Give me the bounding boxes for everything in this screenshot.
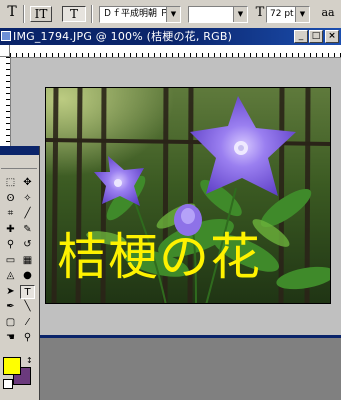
- notes-icon: ▢: [5, 316, 16, 328]
- dropdown-arrow-icon[interactable]: ▼: [295, 7, 309, 22]
- magic-wand-icon: ✧: [23, 192, 32, 204]
- zoom-tool-button[interactable]: ⚲: [20, 331, 35, 345]
- eyedropper-tool-button[interactable]: ⁄: [20, 316, 35, 330]
- anti-alias-icon[interactable]: aa: [318, 6, 338, 22]
- history-brush-icon: ↺: [23, 239, 32, 250]
- brush-tool-button[interactable]: ✎: [20, 223, 35, 237]
- default-colors-icon[interactable]: [3, 379, 13, 389]
- crop-tool-button[interactable]: ⌗: [3, 207, 18, 221]
- options-bar: T IT T Ｄｆ平成明朝 ＰＲ ▼ ▼ T 72 pt ▼ aa: [0, 0, 341, 29]
- healing-tool-button[interactable]: ✚: [3, 223, 18, 237]
- blur-icon: ◬: [6, 270, 15, 281]
- crop-icon: ⌗: [7, 208, 14, 219]
- path-select-icon: ➤: [6, 285, 15, 297]
- document-title: IMG_1794.JPG @ 100% (桔梗の花, RGB): [13, 30, 233, 43]
- hand-icon: ☚: [6, 332, 15, 343]
- gradient-tool-button[interactable]: ▦: [20, 254, 35, 268]
- history-brush-tool-button[interactable]: ↺: [20, 238, 35, 252]
- dodge-tool-button[interactable]: ●: [20, 269, 35, 283]
- vertical-text-button[interactable]: T: [62, 6, 86, 22]
- font-family-select[interactable]: Ｄｆ平成明朝 ＰＲ ▼: [99, 6, 181, 23]
- hand-tool-button[interactable]: ☚: [3, 331, 18, 345]
- workspace-background: [0, 338, 341, 400]
- slice-icon: ╱: [24, 208, 31, 219]
- pen-tool-button[interactable]: ✒: [3, 300, 18, 314]
- font-size-select[interactable]: 72 pt ▼: [266, 6, 310, 23]
- horizontal-text-button[interactable]: IT: [30, 6, 52, 22]
- brush-icon: ✎: [23, 223, 32, 235]
- foreground-color-swatch[interactable]: [3, 357, 21, 375]
- separator: [91, 5, 93, 23]
- font-style-select[interactable]: ▼: [188, 6, 248, 23]
- shape-icon: ╲: [24, 301, 31, 312]
- move-tool-button[interactable]: ✥: [20, 176, 35, 190]
- blur-tool-button[interactable]: ◬: [3, 269, 18, 283]
- notes-tool-button[interactable]: ▢: [3, 316, 18, 330]
- slice-tool-button[interactable]: ╱: [20, 207, 35, 221]
- vertical-text-icon: T: [69, 7, 78, 21]
- eyedropper-icon: ⁄: [26, 316, 29, 328]
- shape-tool-button[interactable]: ╲: [20, 300, 35, 314]
- stamp-icon: ⚲: [6, 239, 15, 250]
- zoom-icon: ⚲: [23, 332, 32, 343]
- document-title-bar[interactable]: IMG_1794.JPG @ 100% (桔梗の花, RGB) _ □ ×: [0, 28, 341, 45]
- minimize-button[interactable]: _: [294, 30, 308, 43]
- toolbox-title-bar[interactable]: [0, 146, 39, 155]
- horizontal-ruler[interactable]: [10, 45, 341, 58]
- pen-icon: ✒: [6, 301, 15, 312]
- gradient-icon: ▦: [22, 254, 33, 266]
- lasso-icon: ʘ: [6, 192, 15, 204]
- eraser-icon: ▭: [5, 254, 16, 266]
- type-tool-preset-icon[interactable]: T: [4, 5, 20, 21]
- maximize-button[interactable]: □: [309, 30, 323, 43]
- separator: [23, 5, 25, 23]
- lasso-tool-button[interactable]: ʘ: [3, 192, 18, 206]
- text-layer[interactable]: 桔梗の花: [57, 225, 261, 289]
- marquee-tool-button[interactable]: ⬚: [3, 176, 18, 190]
- toolbox-header: [1, 156, 37, 169]
- font-size-icon: T: [255, 5, 265, 20]
- eraser-tool-button[interactable]: ▭: [3, 254, 18, 268]
- path-select-tool-button[interactable]: ➤: [3, 285, 18, 299]
- type-icon: T: [24, 286, 31, 298]
- ruler-origin[interactable]: [0, 45, 10, 57]
- healing-icon: ✚: [6, 223, 15, 235]
- document-icon: [1, 31, 11, 41]
- marquee-icon: ⬚: [5, 177, 16, 188]
- dropdown-arrow-icon[interactable]: ▼: [233, 7, 247, 22]
- move-icon: ✥: [23, 177, 32, 188]
- dropdown-arrow-icon[interactable]: ▼: [166, 7, 180, 22]
- close-button[interactable]: ×: [325, 30, 339, 43]
- swap-colors-icon[interactable]: ↕: [26, 356, 33, 365]
- font-size-value: 72 pt: [270, 9, 294, 19]
- stamp-tool-button[interactable]: ⚲: [3, 238, 18, 252]
- magic-wand-tool-button[interactable]: ✧: [20, 192, 35, 206]
- dodge-icon: ●: [23, 270, 32, 281]
- type-tool-button[interactable]: T: [20, 284, 35, 299]
